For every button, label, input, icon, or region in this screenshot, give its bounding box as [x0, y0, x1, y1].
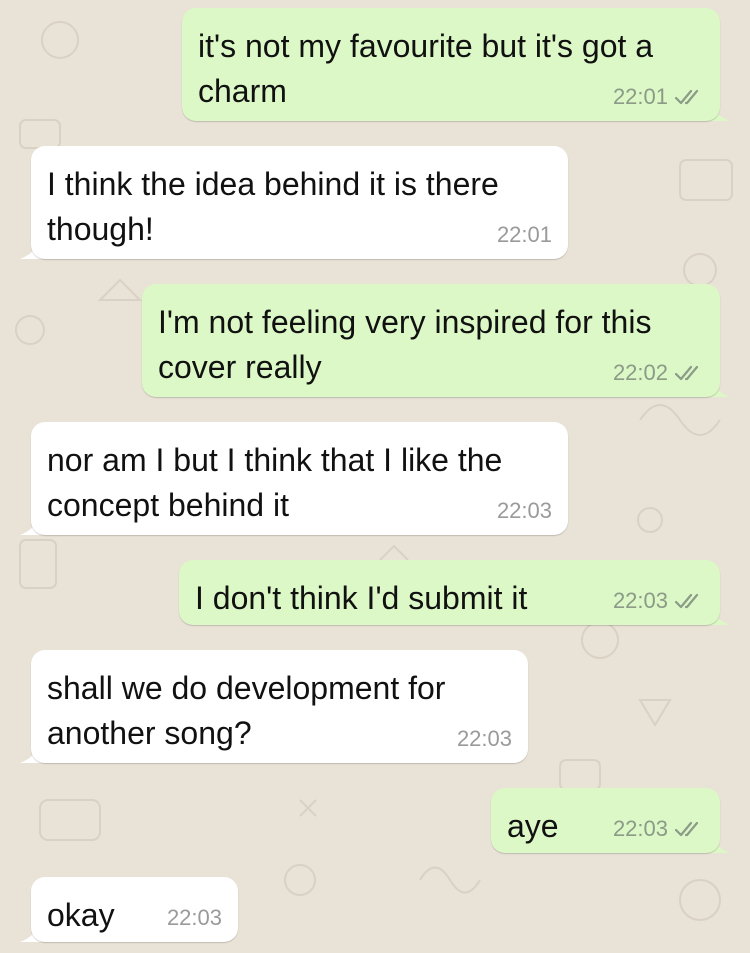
message-bubble-incoming[interactable]: I think the idea behind it is there thou…	[31, 146, 568, 259]
message-meta: 22:03	[613, 589, 704, 613]
message-timestamp: 22:02	[612, 360, 668, 385]
message-timestamp: 22:03	[612, 588, 668, 613]
message-text-line: it's not my favourite but it's got a	[198, 28, 654, 64]
message-text-line: I'm not feeling very inspired for this	[158, 304, 652, 340]
message-text-line: though!	[47, 211, 154, 247]
double-check-icon	[674, 365, 699, 381]
double-check-icon	[674, 593, 699, 609]
message-bubble-outgoing[interactable]: it's not my favourite but it's got a cha…	[182, 8, 720, 121]
message-meta: 22:01	[497, 223, 552, 247]
message-bubble-outgoing[interactable]: aye 22:03	[491, 788, 720, 853]
message-bubble-incoming[interactable]: okay 22:03	[31, 877, 238, 942]
message-meta: 22:01	[613, 85, 704, 109]
message-bubble-incoming[interactable]: nor am I but I think that I like the con…	[31, 422, 568, 535]
message-bubble-incoming[interactable]: shall we do development for another song…	[31, 650, 528, 763]
message-meta: 22:03	[497, 499, 552, 523]
message-text-line: I think the idea behind it is there	[47, 166, 499, 202]
message-timestamp: 22:01	[496, 222, 552, 247]
message-timestamp: 22:01	[612, 84, 668, 109]
message-text-line: shall we do development for	[47, 670, 446, 706]
message-bubble-outgoing[interactable]: I'm not feeling very inspired for this c…	[142, 284, 720, 397]
message-bubble-outgoing[interactable]: I don't think I'd submit it 22:03	[179, 560, 720, 625]
message-text-line: nor am I but I think that I like the	[47, 442, 503, 478]
message-timestamp: 22:03	[456, 726, 512, 751]
double-check-icon	[674, 821, 699, 837]
message-meta: 22:03	[613, 817, 704, 841]
message-timestamp: 22:03	[496, 498, 552, 523]
message-meta: 22:02	[613, 361, 704, 385]
message-meta: 22:03	[457, 727, 512, 751]
double-check-icon	[674, 89, 699, 105]
message-timestamp: 22:03	[612, 816, 668, 841]
message-meta: 22:03	[167, 906, 222, 930]
message-text-line: another song?	[47, 715, 252, 751]
message-timestamp: 22:03	[166, 905, 222, 930]
message-text-line: concept behind it	[47, 487, 289, 523]
